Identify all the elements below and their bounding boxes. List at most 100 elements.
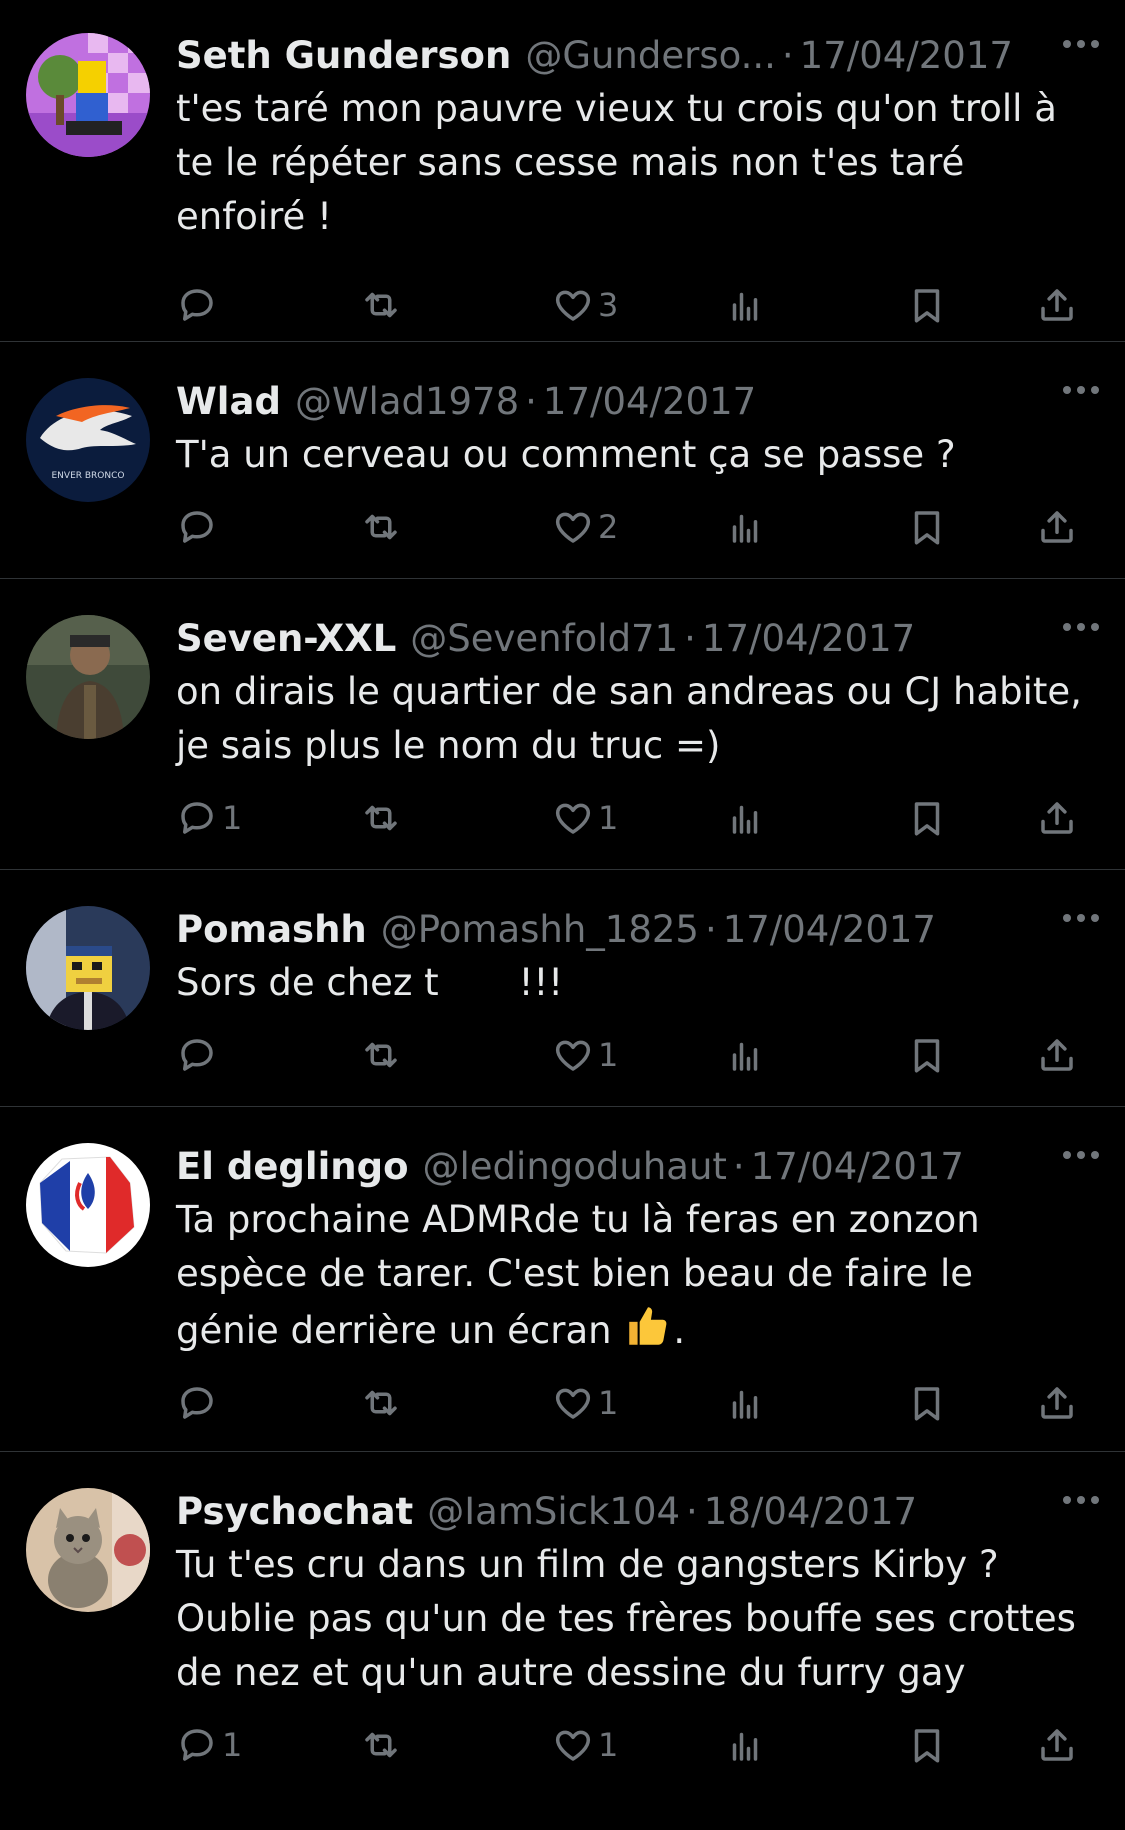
avatar[interactable]: FN: [26, 1143, 150, 1267]
author-name[interactable]: Seven-XXL: [176, 613, 396, 665]
author-handle[interactable]: @Pomashh_1825: [381, 904, 699, 956]
like-button[interactable]: 1: [552, 1724, 618, 1766]
tweet-date[interactable]: 17/04/2017: [800, 30, 1013, 82]
author-name[interactable]: Pomashh: [176, 904, 367, 956]
avatar-text: ENVER BRONCO: [52, 471, 125, 481]
tweet-text: Tu t'es cru dans un film de gangsters Ki…: [176, 1543, 1076, 1694]
author-name[interactable]: Psychochat: [176, 1486, 413, 1538]
tweet-actions: 1 1: [176, 1700, 1101, 1800]
reply-button[interactable]: 1: [176, 1724, 242, 1766]
avatar[interactable]: [26, 1488, 150, 1612]
more-icon[interactable]: [1063, 40, 1099, 48]
author-handle[interactable]: @Sevenfold71: [410, 613, 678, 665]
like-button[interactable]: 1: [552, 1034, 618, 1076]
author-handle[interactable]: @Gunderso...: [525, 30, 776, 82]
like-button[interactable]: 2: [552, 506, 618, 548]
author-name[interactable]: Seth Gunderson: [176, 30, 511, 82]
more-icon[interactable]: [1063, 914, 1099, 922]
separator: ·: [684, 617, 696, 660]
tweet-date[interactable]: 17/04/2017: [702, 613, 915, 665]
share-button[interactable]: [1036, 797, 1078, 839]
views-button[interactable]: [724, 1724, 766, 1766]
share-icon: [1041, 289, 1073, 321]
reply-button[interactable]: [176, 1382, 222, 1424]
more-icon[interactable]: [1063, 1496, 1099, 1504]
bookmark-button[interactable]: [906, 284, 948, 326]
views-icon: [732, 1390, 758, 1419]
like-button[interactable]: 3: [552, 284, 618, 326]
retweet-icon: [365, 292, 397, 318]
share-button[interactable]: [1036, 1034, 1078, 1076]
retweet-button[interactable]: [360, 284, 406, 326]
tweet-date[interactable]: 18/04/2017: [704, 1486, 917, 1538]
views-button[interactable]: [724, 284, 766, 326]
heart-icon: [555, 290, 591, 321]
share-button[interactable]: [1036, 1382, 1078, 1424]
author-name[interactable]: Wlad: [176, 376, 281, 428]
views-button[interactable]: [724, 506, 766, 548]
retweet-icon: [365, 514, 397, 540]
avatar[interactable]: [26, 33, 150, 157]
tweet-date[interactable]: 17/04/2017: [751, 1141, 964, 1193]
heart-icon: [555, 803, 591, 834]
tweet[interactable]: FN El deglingo @ledingoduhaut · 17/04/20…: [0, 1107, 1125, 1452]
retweet-icon: [365, 1390, 397, 1416]
bookmark-button[interactable]: [906, 1034, 948, 1076]
views-icon: [732, 1042, 758, 1071]
bookmark-icon: [914, 1387, 940, 1421]
like-button[interactable]: 1: [552, 1382, 618, 1424]
tweet-header: Wlad @Wlad1978 · 17/04/2017: [176, 376, 1101, 428]
reply-icon: [181, 802, 213, 834]
retweet-button[interactable]: [360, 1382, 406, 1424]
author-handle[interactable]: @Wlad1978: [295, 376, 519, 428]
bookmark-button[interactable]: [906, 797, 948, 839]
views-button[interactable]: [724, 1382, 766, 1424]
tweet-header: Seven-XXL @Sevenfold71 · 17/04/2017: [176, 613, 1101, 665]
bookmark-button[interactable]: [906, 1382, 948, 1424]
separator: ·: [781, 34, 794, 77]
tweet[interactable]: Seven-XXL @Sevenfold71 · 17/04/2017 on d…: [0, 579, 1125, 870]
tweet[interactable]: Seth Gunderson @Gunderso... · 17/04/2017…: [0, 0, 1125, 342]
author-name[interactable]: El deglingo: [176, 1141, 409, 1193]
like-count: 1: [598, 1726, 619, 1764]
tweet-header: Seth Gunderson @Gunderso... · 17/04/2017: [176, 30, 1101, 82]
bookmark-button[interactable]: [906, 1724, 948, 1766]
tweet-date[interactable]: 17/04/2017: [543, 376, 756, 428]
share-button[interactable]: [1036, 1724, 1078, 1766]
reply-button[interactable]: [176, 506, 222, 548]
bookmark-button[interactable]: [906, 506, 948, 548]
more-icon[interactable]: [1063, 1151, 1099, 1159]
tweet[interactable]: Pomashh @Pomashh_1825 · 17/04/2017 Sors …: [0, 870, 1125, 1107]
author-handle[interactable]: @ledingoduhaut: [423, 1141, 727, 1193]
avatar[interactable]: ENVER BRONCO: [26, 378, 150, 502]
views-icon: [732, 1732, 758, 1761]
share-button[interactable]: [1036, 284, 1078, 326]
views-button[interactable]: [724, 797, 766, 839]
like-count: 1: [598, 799, 619, 837]
retweet-button[interactable]: [360, 797, 406, 839]
like-button[interactable]: 1: [552, 797, 618, 839]
tweet[interactable]: ENVER BRONCO Wlad @Wlad1978 · 17/04/2017…: [0, 342, 1125, 579]
tweet[interactable]: Psychochat @IamSick104 · 18/04/2017 Tu t…: [0, 1452, 1125, 1830]
reply-button[interactable]: [176, 1034, 222, 1076]
retweet-button[interactable]: [360, 506, 406, 548]
retweet-button[interactable]: [360, 1034, 406, 1076]
author-handle[interactable]: @IamSick104: [427, 1486, 680, 1538]
more-icon[interactable]: [1063, 623, 1099, 631]
avatar[interactable]: [26, 615, 150, 739]
share-button[interactable]: [1036, 506, 1078, 548]
more-icon[interactable]: [1063, 386, 1099, 394]
share-icon: [1041, 1039, 1073, 1071]
views-button[interactable]: [724, 1034, 766, 1076]
retweet-icon: [365, 1732, 397, 1758]
reply-button[interactable]: [176, 284, 222, 326]
tweet-text: Ta prochaine ADMRde tu là feras en zonzo…: [176, 1193, 1086, 1358]
reply-button[interactable]: 1: [176, 797, 242, 839]
avatar[interactable]: [26, 906, 150, 1030]
tweet-text-end: !!!: [518, 961, 564, 1004]
retweet-button[interactable]: [360, 1724, 406, 1766]
like-count: 2: [598, 508, 619, 546]
heart-icon: [555, 512, 591, 543]
reply-icon: [181, 511, 213, 543]
tweet-date[interactable]: 17/04/2017: [723, 904, 936, 956]
